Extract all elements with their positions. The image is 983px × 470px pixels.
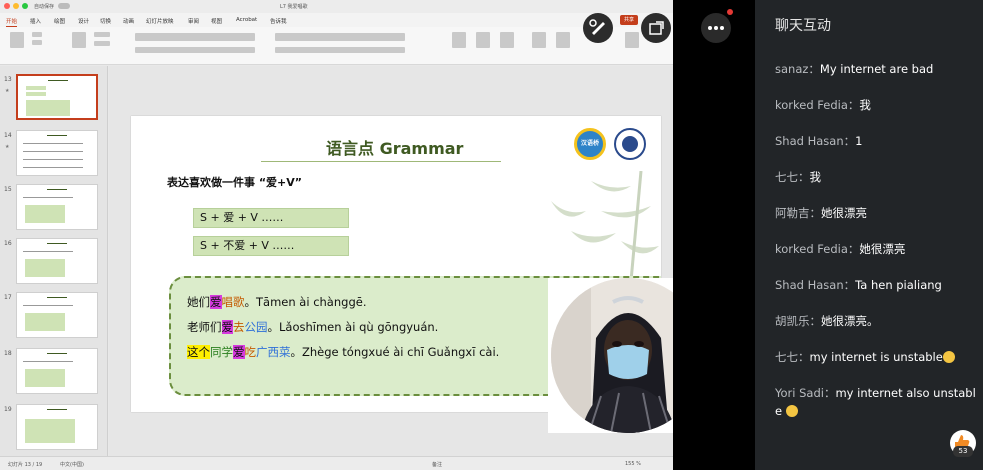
slide-thumbnail[interactable]: [16, 348, 98, 394]
emoji-icon: [785, 405, 798, 417]
tab-home[interactable]: 开始: [6, 17, 18, 27]
meeting-controls: [583, 0, 755, 470]
ribbon-toolbar: [0, 27, 673, 65]
chat-title: 聊天互动: [775, 18, 831, 34]
cut-icon[interactable]: [32, 32, 42, 37]
alignment-buttons[interactable]: [275, 47, 405, 53]
annotate-icon[interactable]: [583, 13, 613, 43]
slide-title: 语言点 Grammar: [326, 139, 464, 158]
notes-button[interactable]: 备注: [432, 461, 442, 468]
status-bar: 幻灯片 13 / 19 中文(中国) 备注 155 %: [0, 456, 673, 470]
slide-thumbnail[interactable]: [16, 292, 98, 338]
example-sentence-3: 这个同学爱吃广西菜。Zhège tóngxué ài chī Guǎngxī c…: [187, 345, 500, 359]
minimize-window-icon[interactable]: [13, 3, 19, 9]
tab-animations[interactable]: 动画: [123, 17, 134, 25]
pattern-positive: S + 爱 + V ……: [193, 208, 349, 228]
copy-icon[interactable]: [32, 40, 42, 45]
tab-slideshow[interactable]: 幻灯片放映: [146, 17, 174, 25]
like-count-badge: 53: [953, 446, 973, 457]
reset-icon[interactable]: [94, 41, 110, 46]
language-indicator[interactable]: 中文(中国): [60, 461, 84, 468]
paste-icon[interactable]: [10, 32, 24, 48]
notification-dot: [727, 9, 733, 15]
university-logo: [614, 128, 646, 160]
font-style-buttons[interactable]: [135, 47, 255, 53]
chat-message: 七七：my internet is unstable: [775, 348, 975, 366]
autosave-toggle[interactable]: [58, 3, 70, 9]
example-sentence-2: 老师们爱去公园。Lǎoshīmen ài qù gōngyuán.: [187, 320, 439, 334]
thumb-number: 18: [4, 350, 12, 357]
star-icon: ★: [5, 88, 10, 94]
logo-text: 汉语桥: [580, 140, 599, 147]
chat-message: Shad Hasan：1: [775, 134, 863, 148]
title-bar: 自动保存 L7 我爱唱歌: [0, 0, 673, 13]
slide-thumbnail[interactable]: [16, 184, 98, 230]
autosave-label: 自动保存: [34, 4, 55, 10]
tell-me-search[interactable]: 告诉我: [270, 17, 287, 25]
tab-draw[interactable]: 绘图: [54, 17, 65, 25]
chat-message: 阿勒吉：她很漂亮: [775, 206, 867, 220]
tab-insert[interactable]: 插入: [30, 17, 41, 25]
chat-message: Yori Sadi：my internet also unstable: [775, 386, 976, 418]
tab-review[interactable]: 审阅: [188, 17, 199, 25]
star-icon: ★: [5, 144, 10, 150]
chat-message: korked Fedia：我: [775, 98, 871, 112]
chat-message: sanaz：My internet are bad: [775, 62, 934, 76]
share-button[interactable]: 共享: [620, 15, 638, 25]
thumb-number: 17: [4, 294, 12, 301]
slide-thumbnail[interactable]: [16, 74, 98, 120]
tab-design[interactable]: 设计: [78, 17, 89, 25]
tab-transitions[interactable]: 切换: [100, 17, 111, 25]
quick-styles-icon[interactable]: [556, 32, 570, 48]
zoom-level[interactable]: 155 %: [625, 461, 641, 467]
designer-icon[interactable]: [625, 32, 639, 48]
thumb-number: 14: [4, 132, 12, 139]
layout-icon[interactable]: [94, 32, 110, 37]
thumb-number: 16: [4, 240, 12, 247]
thumb-number: 15: [4, 186, 12, 193]
tab-view[interactable]: 视图: [211, 17, 222, 25]
chat-message: Shad Hasan：Ta hen pialiang: [775, 278, 942, 292]
pattern-negative: S + 不爱 + V ……: [193, 236, 349, 256]
hanyuqiao-logo: 汉语桥: [574, 128, 606, 160]
maximize-window-icon[interactable]: [22, 3, 28, 9]
chat-message: 胡凯乐：她很漂亮。: [775, 314, 879, 328]
arrange-icon[interactable]: [532, 32, 546, 48]
font-selector[interactable]: [135, 33, 255, 41]
chat-message: 七七：我: [775, 170, 821, 184]
picture-icon[interactable]: [452, 32, 466, 48]
thumb-number: 13: [4, 76, 12, 83]
slide-thumbnail[interactable]: [16, 238, 98, 284]
close-window-icon[interactable]: [4, 3, 10, 9]
shapes-icon[interactable]: [476, 32, 490, 48]
new-slide-icon[interactable]: [72, 32, 86, 48]
chat-message: korked Fedia：她很漂亮: [775, 242, 906, 256]
thumb-number: 19: [4, 406, 12, 413]
slide-thumbnail-pane: 13 ★ 14 ★ 15 16 17 18 19: [0, 66, 108, 456]
share-screen-icon[interactable]: [641, 13, 671, 43]
more-options-icon[interactable]: [701, 13, 731, 43]
example-sentence-1: 她们爱唱歌。Tāmen ài chànggē.: [187, 295, 367, 309]
slide-counter: 幻灯片 13 / 19: [8, 462, 43, 468]
emoji-icon: [942, 351, 955, 363]
screen: 自动保存 L7 我爱唱歌 开始 插入 绘图 设计 切换 动画 幻灯片放映 审阅 …: [0, 0, 983, 470]
grammar-subtitle: 表达喜欢做一件事 “爱+V”: [167, 176, 303, 189]
slide-thumbnail[interactable]: [16, 130, 98, 176]
chat-panel: 聊天互动 sanaz：My internet are bad korked Fe…: [755, 0, 983, 470]
slide-thumbnail[interactable]: [16, 404, 98, 450]
ribbon-tabs: 开始 插入 绘图 设计 切换 动画 幻灯片放映 审阅 视图 Acrobat 告诉…: [0, 13, 673, 27]
title-divider: [261, 161, 501, 162]
document-title: L7 我爱唱歌: [280, 4, 308, 10]
tab-acrobat[interactable]: Acrobat: [236, 17, 257, 23]
bamboo-decoration: [551, 171, 659, 281]
paragraph-buttons[interactable]: [275, 33, 405, 41]
textbox-icon[interactable]: [500, 32, 514, 48]
